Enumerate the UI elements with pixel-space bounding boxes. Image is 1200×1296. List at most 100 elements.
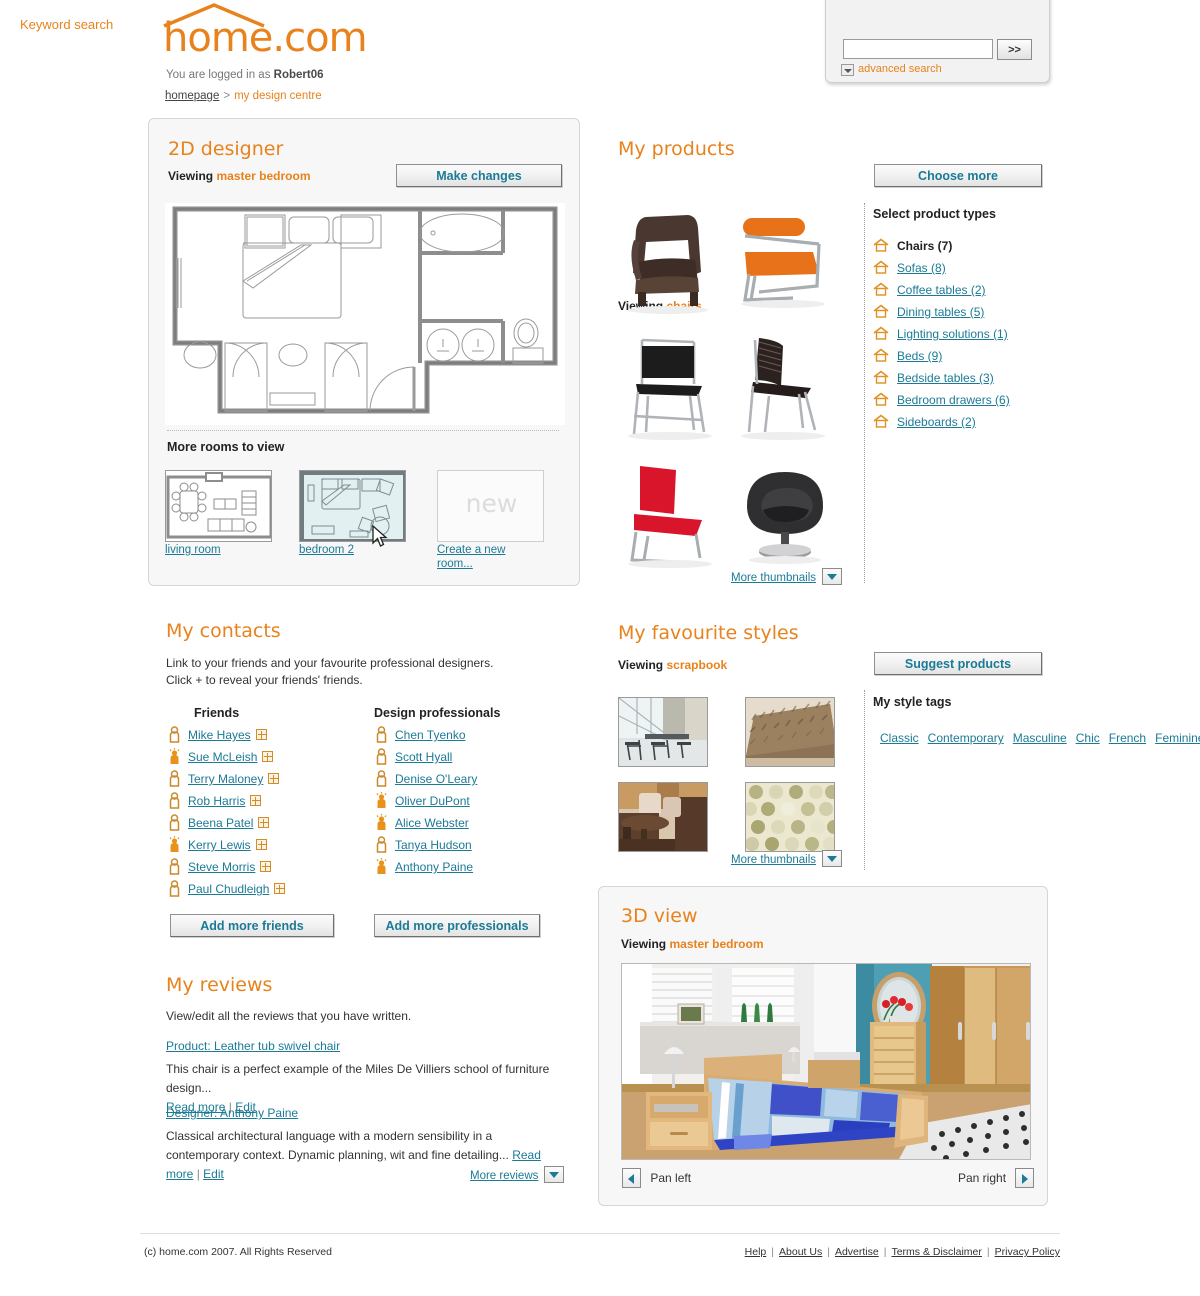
chevron-down-icon[interactable] (544, 1166, 565, 1183)
footer-link-help[interactable]: Help (745, 1246, 767, 1258)
style-tag[interactable]: Classic (880, 731, 919, 745)
scrapbook-thumbnail[interactable] (618, 782, 708, 852)
pan-left-control[interactable]: Pan left (622, 1168, 691, 1188)
product-type-item[interactable]: Dining tables (5) (873, 304, 1053, 326)
add-more-professionals-button[interactable]: Add more professionals (374, 914, 540, 937)
product-type-label[interactable]: Sideboards (2) (897, 415, 976, 429)
contact-name[interactable]: Beena Patel (188, 816, 253, 830)
scrapbook-thumbnail[interactable] (745, 782, 836, 852)
list-item[interactable]: Terry Maloney (168, 770, 368, 793)
list-item[interactable]: Chen Tyenko (375, 726, 575, 749)
list-item[interactable]: Denise O'Leary (375, 770, 575, 793)
scrapbook-thumbnail[interactable] (618, 697, 708, 767)
footer-link-about-us[interactable]: About Us (779, 1246, 822, 1258)
product-type-label[interactable]: Sofas (8) (897, 261, 946, 275)
choose-more-button[interactable]: Choose more (874, 164, 1042, 187)
more-reviews-link[interactable]: More reviews (470, 1170, 538, 1182)
contact-name[interactable]: Sue McLeish (188, 750, 257, 764)
chevron-down-icon[interactable] (822, 568, 843, 585)
product-thumbnail[interactable] (731, 452, 841, 578)
contact-name[interactable]: Oliver DuPont (395, 794, 470, 808)
product-thumbnail[interactable] (731, 326, 841, 452)
product-type-label[interactable]: Lighting solutions (1) (897, 327, 1008, 341)
contact-name[interactable]: Terry Maloney (188, 772, 263, 786)
review-title[interactable]: Product: Leather tub swivel chair (166, 1037, 566, 1056)
product-type-label[interactable]: Coffee tables (2) (897, 283, 986, 297)
list-item[interactable]: Kerry Lewis (168, 836, 368, 859)
product-type-item[interactable]: Lighting solutions (1) (873, 326, 1053, 348)
list-item[interactable]: Paul Chudleigh (168, 880, 368, 903)
expand-plus-icon[interactable] (274, 883, 286, 894)
list-item[interactable]: Mike Hayes (168, 726, 368, 749)
expand-plus-icon[interactable] (268, 773, 280, 784)
contact-name[interactable]: Rob Harris (188, 794, 245, 808)
arrow-right-icon[interactable] (1015, 1168, 1035, 1188)
list-item[interactable]: Steve Morris (168, 858, 368, 881)
product-type-label[interactable]: Beds (9) (897, 349, 942, 363)
review-edit-link[interactable]: Edit (203, 1167, 224, 1181)
product-type-item[interactable]: Bedroom drawers (6) (873, 392, 1053, 414)
list-item[interactable]: Beena Patel (168, 814, 368, 837)
style-tag[interactable]: French (1109, 731, 1146, 745)
product-thumbnail[interactable] (618, 326, 728, 452)
contact-name[interactable]: Scott Hyall (395, 750, 452, 764)
product-thumbnail[interactable] (618, 452, 728, 578)
contact-name[interactable]: Mike Hayes (188, 728, 251, 742)
make-changes-button[interactable]: Make changes (396, 164, 562, 187)
search-input[interactable] (843, 39, 993, 59)
contact-name[interactable]: Alice Webster (395, 816, 469, 830)
product-type-item[interactable]: Sideboards (2) (873, 414, 1053, 436)
style-tag[interactable]: Contemporary (928, 731, 1004, 745)
product-type-label[interactable]: Bedroom drawers (6) (897, 393, 1010, 407)
expand-plus-icon[interactable] (250, 795, 262, 806)
list-item[interactable]: Oliver DuPont (375, 792, 575, 815)
product-type-label[interactable]: Bedside tables (3) (897, 371, 994, 385)
room-thumb-living-room[interactable]: living room (165, 470, 272, 556)
product-type-item[interactable]: Coffee tables (2) (873, 282, 1053, 304)
review-title[interactable]: Designer: Anthony Paine (166, 1104, 566, 1123)
site-logo[interactable]: home.com (163, 3, 368, 58)
add-more-friends-button[interactable]: Add more friends (170, 914, 334, 937)
expand-plus-icon[interactable] (260, 861, 272, 872)
product-thumbnail[interactable] (731, 200, 841, 326)
room-label[interactable]: bedroom 2 (299, 544, 354, 556)
more-thumbnails-link[interactable]: More thumbnails (731, 854, 816, 866)
more-scrapbook-thumbnails[interactable]: More thumbnails (731, 850, 843, 867)
more-thumbnails-link[interactable]: More thumbnails (731, 572, 816, 584)
contact-name[interactable]: Tanya Hudson (395, 838, 472, 852)
footer-link-terms[interactable]: Terms & Disclaimer (891, 1246, 981, 1258)
contact-name[interactable]: Denise O'Leary (395, 772, 477, 786)
style-tag[interactable]: Chic (1076, 731, 1100, 745)
chevron-down-icon[interactable] (822, 850, 843, 867)
list-item[interactable]: Scott Hyall (375, 748, 575, 771)
footer-link-advertise[interactable]: Advertise (835, 1246, 879, 1258)
create-new-room-link[interactable]: Create a new room... (437, 544, 505, 570)
contact-name[interactable]: Steve Morris (188, 860, 255, 874)
list-item[interactable]: Alice Webster (375, 814, 575, 837)
contact-name[interactable]: Anthony Paine (395, 860, 473, 874)
floorplan-canvas[interactable] (165, 203, 565, 425)
footer-link-privacy[interactable]: Privacy Policy (995, 1246, 1060, 1258)
arrow-left-icon[interactable] (622, 1168, 641, 1188)
expand-plus-icon[interactable] (262, 751, 274, 762)
list-item[interactable]: Tanya Hudson (375, 836, 575, 859)
style-tag[interactable]: Masculine (1013, 731, 1067, 745)
product-type-label[interactable]: Dining tables (5) (897, 305, 984, 319)
product-type-item[interactable]: Sofas (8) (873, 260, 1053, 282)
product-thumbnail[interactable] (618, 200, 728, 326)
breadcrumb-homepage[interactable]: homepage (165, 90, 219, 102)
more-reviews[interactable]: More reviews (470, 1166, 565, 1183)
pan-right-control[interactable]: Pan right (958, 1168, 1035, 1188)
room-thumb-create-new[interactable]: new Create a new room... (437, 470, 544, 570)
list-item[interactable]: Sue McLeish (168, 748, 368, 771)
room-label[interactable]: living room (165, 544, 221, 556)
list-item[interactable]: Anthony Paine (375, 858, 575, 881)
advanced-search-link[interactable]: advanced search (858, 63, 942, 75)
scrapbook-thumbnail[interactable] (745, 697, 836, 767)
contact-name[interactable]: Paul Chudleigh (188, 882, 269, 896)
product-type-item[interactable]: Bedside tables (3) (873, 370, 1053, 392)
advanced-search-toggle-icon[interactable] (841, 64, 854, 76)
style-tag[interactable]: Feminine (1155, 731, 1200, 745)
expand-plus-icon[interactable] (255, 839, 267, 850)
search-submit-button[interactable]: >> (997, 39, 1032, 60)
